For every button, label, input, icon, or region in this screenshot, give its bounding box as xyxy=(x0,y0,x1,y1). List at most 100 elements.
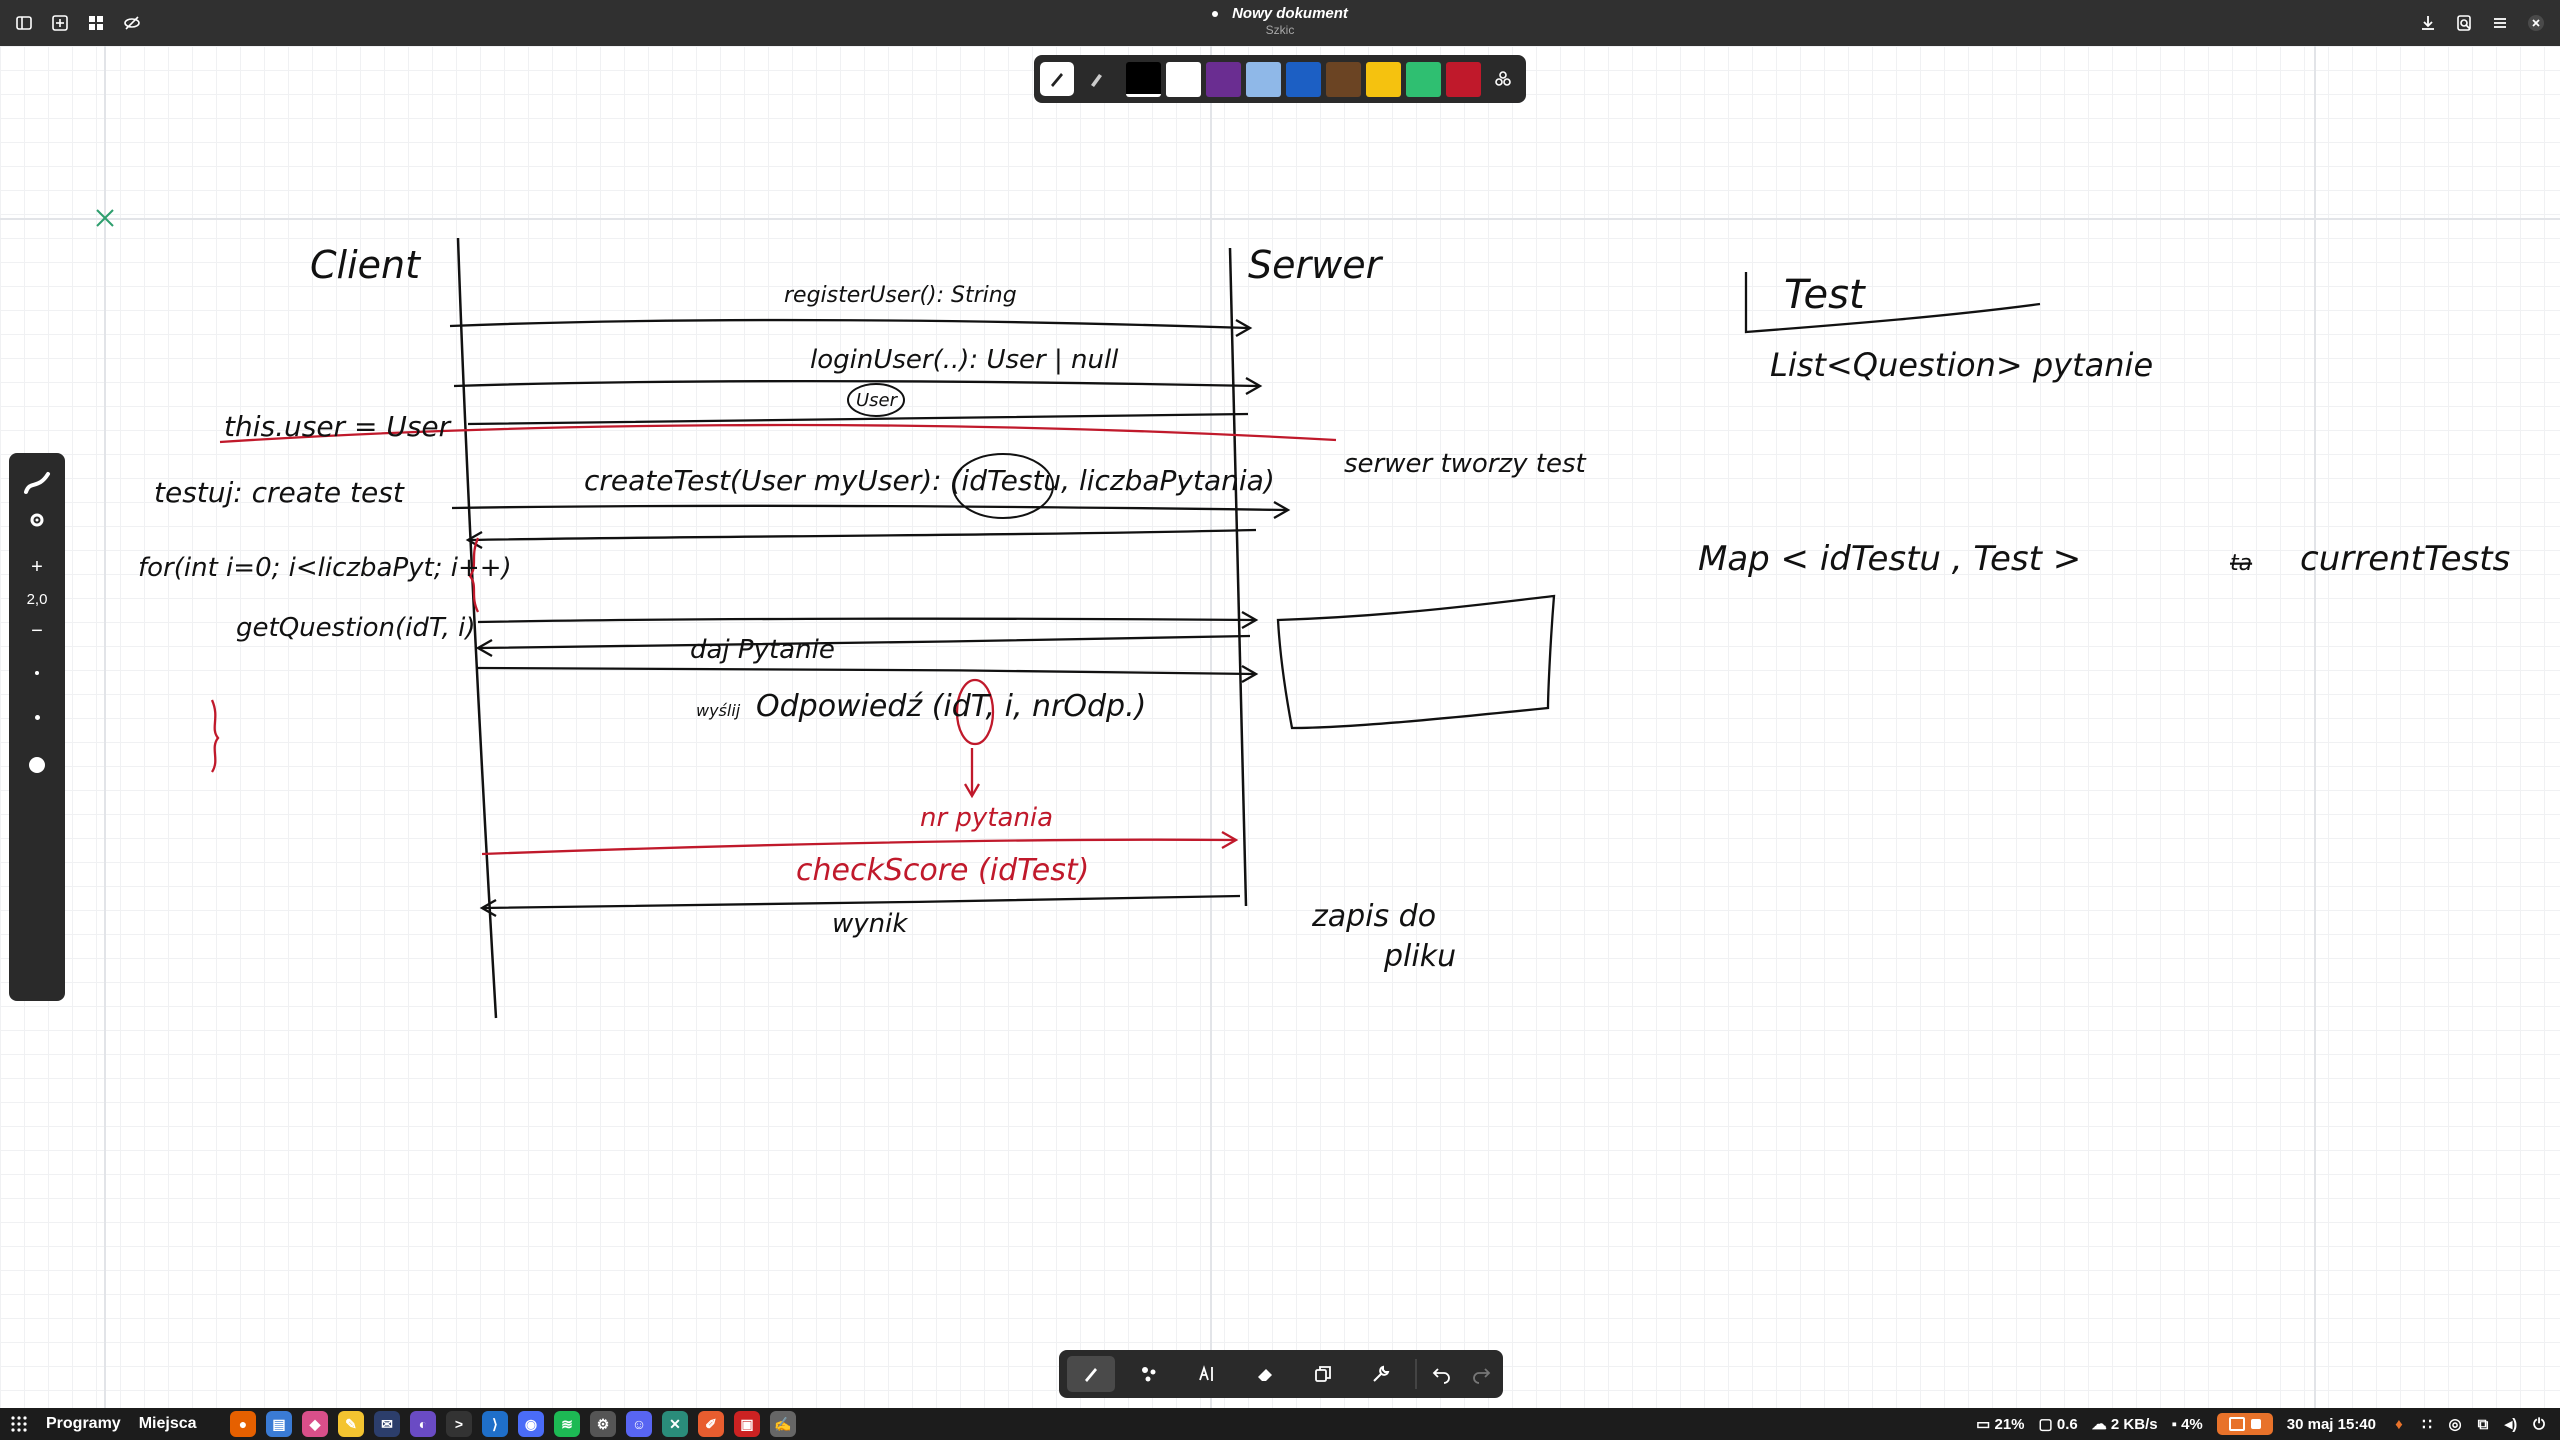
color-swatch[interactable] xyxy=(1366,61,1401,97)
color-swatch[interactable] xyxy=(1326,61,1361,97)
menu-programs[interactable]: Programy xyxy=(46,1415,121,1433)
label-wyslij: wyślij xyxy=(696,701,741,720)
highlighter-tool-icon[interactable] xyxy=(1079,62,1113,96)
palette-settings-icon[interactable] xyxy=(1486,62,1520,96)
disk-value: 4% xyxy=(2181,1415,2203,1433)
apps-grid-icon[interactable] xyxy=(10,1415,28,1433)
eraser-icon[interactable] xyxy=(1241,1356,1289,1392)
system-tray: ▭ 21% ▢ 0.6 ☁ 2 KB/s ▪ 4% 30 maj 15:40 ♦… xyxy=(1976,1408,2548,1440)
msg-odpowiedz: Odpowiedź (idT, i, nrOdp.) xyxy=(756,689,1146,724)
toolbar-separator xyxy=(1415,1359,1418,1389)
document-subtitle: Szkic xyxy=(1265,23,1295,37)
save-icon[interactable] xyxy=(2450,9,2478,37)
note-pliku: pliku xyxy=(1383,939,1456,974)
menu-places[interactable]: Miejsca xyxy=(139,1415,197,1433)
excalidraw-icon[interactable]: ✕ xyxy=(662,1411,688,1437)
size-large-icon[interactable] xyxy=(9,749,65,781)
notes-app-icon[interactable]: ✍ xyxy=(770,1411,796,1437)
note-server-creates: serwer tworzy test xyxy=(1344,449,1587,479)
cpu-usage: ▭ 21% xyxy=(1976,1416,2025,1433)
undo-icon[interactable] xyxy=(1427,1356,1456,1392)
this-user-assign: this.user = User xyxy=(224,410,452,443)
mail-icon[interactable]: ✉ xyxy=(374,1411,400,1437)
title-bar: Nowy dokument Szkic xyxy=(0,0,2560,46)
color-swatch[interactable] xyxy=(1286,61,1321,97)
volume-icon[interactable]: ◂) xyxy=(2502,1415,2520,1433)
spotify-icon[interactable]: ≋ xyxy=(554,1411,580,1437)
testuj-label: testuj: create test xyxy=(154,476,405,509)
origin-marker-icon xyxy=(96,209,114,227)
msg-wynik: wynik xyxy=(832,909,908,939)
arrow-return-question xyxy=(479,634,1251,650)
microphone-icon[interactable]: ♦ xyxy=(2390,1415,2408,1433)
color-swatch[interactable] xyxy=(1126,61,1161,97)
color-swatch[interactable] xyxy=(1446,61,1481,97)
sketch-drawing: Client Serwer registerUser(): String log… xyxy=(96,209,2510,1019)
discord-icon[interactable]: ☺ xyxy=(626,1411,652,1437)
vpn-icon[interactable]: ◎ xyxy=(2446,1415,2464,1433)
document-title-area: Nowy dokument Szkic xyxy=(0,4,2560,38)
store-icon[interactable]: ◆ xyxy=(302,1411,328,1437)
unsaved-dot-icon xyxy=(1212,11,1219,18)
bluetooth-icon[interactable]: ∷ xyxy=(2418,1415,2436,1433)
recording-badge[interactable] xyxy=(2216,1413,2273,1435)
settings-icon[interactable]: ⚙ xyxy=(590,1411,616,1437)
label-user: User xyxy=(856,390,899,411)
class-test-title: Test xyxy=(1784,272,1866,318)
arrow-return-score xyxy=(483,894,1241,910)
ide-icon[interactable]: ▣ xyxy=(734,1411,760,1437)
color-swatch[interactable] xyxy=(1406,61,1441,97)
header-right-buttons xyxy=(2414,9,2550,37)
disk-usage: ▪ 4% xyxy=(2171,1415,2203,1433)
shapes-icon[interactable] xyxy=(1125,1356,1173,1392)
pen-stroke-icon[interactable] xyxy=(9,463,65,503)
msg-daj-pytanie: daj Pytanie xyxy=(690,635,835,665)
left-toolbar: + 2,0 − xyxy=(9,453,65,1001)
zoom-out-button[interactable]: − xyxy=(9,617,65,645)
net-value: 2 KB/s xyxy=(2110,1416,2158,1433)
zoom-in-button[interactable]: + xyxy=(9,553,65,581)
draw-app-icon[interactable]: ✐ xyxy=(698,1411,724,1437)
terminal-icon[interactable]: > xyxy=(446,1411,472,1437)
server-lifeline xyxy=(1228,247,1248,907)
msg-register: registerUser(): String xyxy=(784,283,1017,308)
security-icon[interactable]: ◐ xyxy=(410,1411,436,1437)
size-medium-icon[interactable] xyxy=(9,703,65,731)
clock[interactable]: 30 maj 15:40 xyxy=(2287,1416,2376,1433)
vscode-icon[interactable]: ⟩ xyxy=(482,1411,508,1437)
color-swatches xyxy=(1126,61,1481,97)
arrow-login xyxy=(453,379,1259,388)
text-icon[interactable] xyxy=(1183,1356,1231,1392)
editor-icon[interactable]: ✎ xyxy=(338,1411,364,1437)
cpu-value: 21% xyxy=(1994,1416,2025,1433)
network-icon[interactable]: ⧉ xyxy=(2474,1415,2492,1433)
power-icon[interactable]: ⏻ xyxy=(2530,1415,2548,1433)
stroke-settings-icon[interactable] xyxy=(9,505,65,535)
size-small-icon[interactable] xyxy=(9,659,65,687)
color-swatch[interactable] xyxy=(1166,61,1201,97)
arrow-create-test xyxy=(451,504,1287,512)
copy-icon[interactable] xyxy=(1299,1356,1347,1392)
files-icon[interactable]: ▤ xyxy=(266,1411,292,1437)
firefox-icon[interactable]: ● xyxy=(230,1411,256,1437)
pen-icon[interactable] xyxy=(1067,1356,1116,1392)
chat-icon[interactable]: ◉ xyxy=(518,1411,544,1437)
redo-icon[interactable] xyxy=(1466,1356,1495,1392)
map-name: currentTests xyxy=(2300,539,2510,579)
label-server: Serwer xyxy=(1248,243,1384,287)
pen-tool-icon[interactable] xyxy=(1040,62,1074,96)
network-speed: ☁ 2 KB/s xyxy=(2091,1416,2158,1433)
document-title-text: Nowy dokument xyxy=(1232,5,1348,22)
menu-icon[interactable] xyxy=(2486,9,2514,37)
tray-icons: ♦ ∷ ◎ ⧉ ◂) ⏻ xyxy=(2390,1415,2548,1434)
color-swatch[interactable] xyxy=(1246,61,1281,97)
map-declaration: Map < idTestu , Test > xyxy=(1698,539,2081,579)
document-title: Nowy dokument xyxy=(0,4,2560,23)
arrow-register xyxy=(449,318,1249,330)
wrench-icon[interactable] xyxy=(1357,1356,1405,1392)
file-storage-box xyxy=(1276,594,1556,730)
label-client: Client xyxy=(310,243,422,287)
close-icon[interactable] xyxy=(2522,9,2550,37)
download-icon[interactable] xyxy=(2414,9,2442,37)
color-swatch[interactable] xyxy=(1206,61,1241,97)
